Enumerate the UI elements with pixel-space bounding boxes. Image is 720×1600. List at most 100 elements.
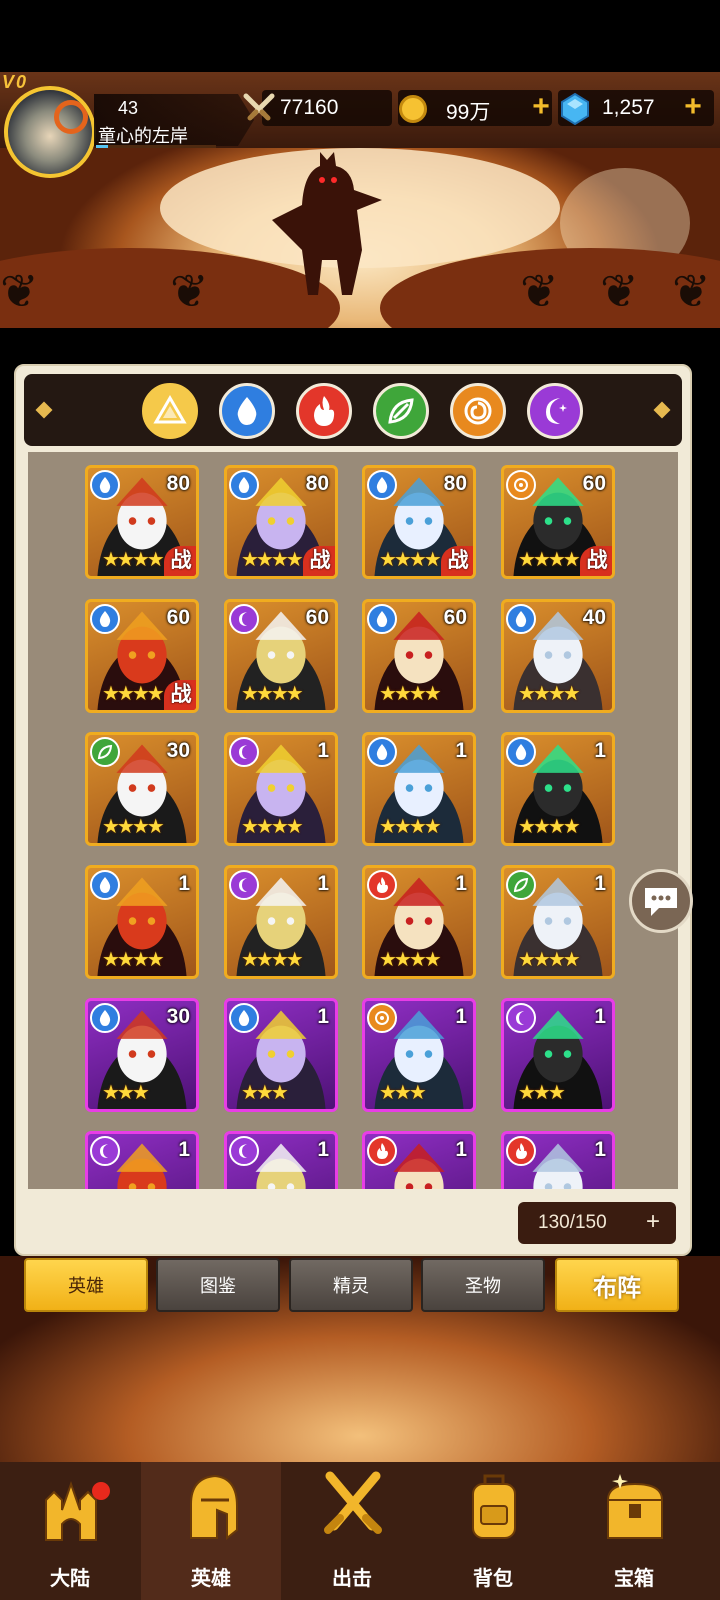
hero-card[interactable]: 60 ★★★★ 战 (501, 465, 615, 579)
water-element-icon (506, 604, 536, 634)
tab-spirit[interactable]: 精灵 (289, 1258, 413, 1312)
chat-button[interactable] (629, 869, 693, 933)
nav-continent[interactable]: 大陆 (0, 1462, 140, 1600)
hero-level: 1 (594, 1005, 606, 1028)
filter-moon-button[interactable] (527, 383, 583, 439)
hero-card[interactable]: 1 (224, 1131, 338, 1189)
hero-stars: ★★★★ (379, 683, 442, 705)
hero-stars: ★★★★ (241, 683, 304, 705)
hero-stars: ★★★★ (379, 816, 442, 838)
hero-card[interactable]: 30 ★★★ (85, 998, 199, 1112)
tab-codex[interactable]: 图鉴 (156, 1258, 280, 1312)
in-battle-badge: 战 (303, 546, 335, 576)
hero-level: 1 (594, 1138, 606, 1161)
triangle-all-icon (153, 395, 187, 424)
add-gold-button[interactable]: + (526, 90, 556, 126)
hero-card[interactable]: 1 ★★★★ (501, 732, 615, 846)
water-element-icon (367, 470, 397, 500)
fire-element-icon (367, 1136, 397, 1166)
moon-element-icon (229, 604, 259, 634)
hero-card[interactable]: 1 (85, 1131, 199, 1189)
wind-leaf-icon (388, 398, 414, 424)
water-element-icon (367, 604, 397, 634)
fern-decoration: ❦ (672, 265, 711, 317)
hero-card[interactable]: 1 ★★★ (362, 998, 476, 1112)
hero-stars: ★★★ (241, 1082, 289, 1104)
hero-card[interactable]: 1 (501, 1131, 615, 1189)
hero-card[interactable]: 30 ★★★★ (85, 732, 199, 846)
hero-card[interactable]: 80 ★★★★ 战 (362, 465, 476, 579)
hero-stars: ★★★★ (241, 816, 304, 838)
filter-fire-button[interactable] (296, 383, 352, 439)
blue-gem-icon (556, 90, 594, 128)
element-filter-bar (24, 374, 682, 446)
treasure-chest-icon (606, 1474, 664, 1539)
player-avatar[interactable] (4, 86, 96, 178)
hero-card[interactable]: 1 ★★★★ (501, 865, 615, 979)
flame-icon (314, 396, 335, 426)
hero-level: 60 (582, 472, 606, 495)
filter-wind-button[interactable] (373, 383, 429, 439)
filter-all-button[interactable] (142, 383, 198, 439)
filter-sun-button[interactable] (450, 383, 506, 439)
water-element-icon (229, 470, 259, 500)
water-element-icon (90, 870, 120, 900)
hero-stars: ★★★ (102, 1082, 150, 1104)
wind-element-icon (506, 870, 536, 900)
hero-stars: ★★★★ (241, 949, 304, 971)
hero-card[interactable]: 1 (362, 1131, 476, 1189)
hero-stars: ★★★★ (102, 816, 165, 838)
hero-stars: ★★★★ (518, 683, 581, 705)
nav-heroes-label: 英雄 (191, 1568, 231, 1590)
hero-stars: ★★★★ (518, 949, 581, 971)
player-level: 43 (118, 98, 139, 118)
add-gems-button[interactable]: + (678, 90, 708, 126)
hero-level: 1 (317, 872, 329, 895)
nav-heroes[interactable]: 英雄 (141, 1462, 281, 1600)
tab-relic[interactable]: 圣物 (421, 1258, 545, 1312)
nav-chest[interactable]: 宝箱 (564, 1462, 704, 1600)
fern-decoration: ❦ (600, 265, 639, 317)
fern-decoration: ❦ (520, 265, 559, 317)
gold-coin-icon (394, 90, 432, 128)
formation-button[interactable]: 布阵 (555, 1258, 679, 1312)
hero-card[interactable]: 1 ★★★★ (362, 865, 476, 979)
nav-battle[interactable]: 出击 (282, 1462, 422, 1600)
nav-chest-label: 宝箱 (614, 1568, 654, 1590)
hero-level: 1 (317, 1138, 329, 1161)
expand-capacity-button[interactable]: + (646, 1208, 660, 1236)
hero-stars: ★★★★ (518, 549, 581, 571)
hero-card[interactable]: 1 ★★★★ (362, 732, 476, 846)
nav-bag[interactable]: 背包 (423, 1462, 563, 1600)
filter-water-button[interactable] (219, 383, 275, 439)
hero-card[interactable]: 80 ★★★★ 战 (224, 465, 338, 579)
hero-stars: ★★★★ (102, 683, 165, 705)
notification-dot (92, 1482, 110, 1500)
hero-level: 80 (305, 472, 329, 495)
hero-level: 60 (443, 606, 467, 629)
hero-card[interactable]: 40 ★★★★ (501, 599, 615, 713)
hero-level: 1 (455, 872, 467, 895)
hero-level: 60 (305, 606, 329, 629)
hero-card[interactable]: 1 ★★★★ (224, 865, 338, 979)
hero-card[interactable]: 60 ★★★★ (224, 599, 338, 713)
tab-heroes[interactable]: 英雄 (24, 1258, 148, 1312)
in-battle-badge: 战 (580, 546, 612, 576)
hero-card[interactable]: 60 ★★★★ 战 (85, 599, 199, 713)
moon-element-icon (229, 870, 259, 900)
hero-card[interactable]: 1 ★★★ (501, 998, 615, 1112)
spartan-helmet-icon (190, 1474, 238, 1541)
hero-card[interactable]: 60 ★★★★ (362, 599, 476, 713)
hero-card[interactable]: 1 ★★★ (224, 998, 338, 1112)
hero-card[interactable]: 80 ★★★★ 战 (85, 465, 199, 579)
nav-continent-label: 大陆 (50, 1568, 90, 1590)
fern-decoration: ❦ (170, 265, 209, 317)
hero-level: 1 (455, 739, 467, 762)
hero-level: 30 (166, 1005, 190, 1028)
hero-card[interactable]: 1 ★★★★ (85, 865, 199, 979)
hero-grid[interactable]: 80 ★★★★ 战 80 ★★★★ 战 80 ★★★★ 战 60 ★★★★ 战 60 ★★★★ 战 60 ★★★… (28, 452, 678, 1189)
moon-element-icon (229, 737, 259, 767)
hero-card[interactable]: 1 ★★★★ (224, 732, 338, 846)
water-element-icon (90, 604, 120, 634)
crossed-swords-icon (240, 90, 278, 128)
